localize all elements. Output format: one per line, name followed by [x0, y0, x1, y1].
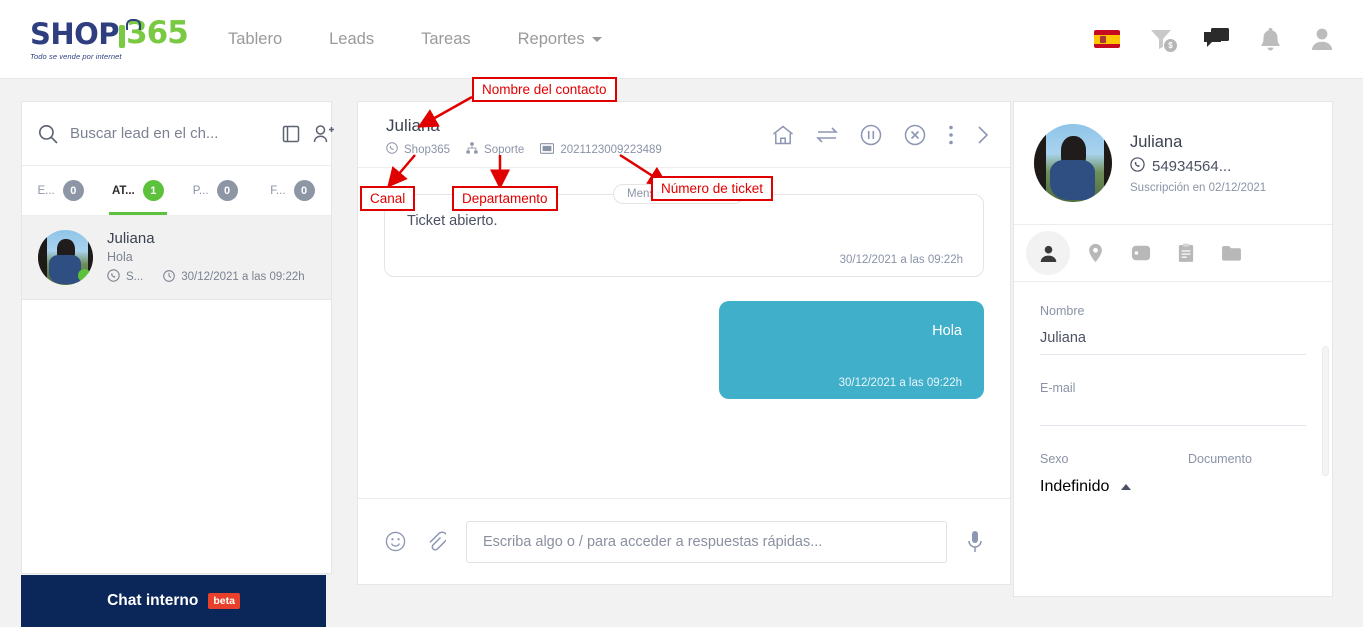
- annotation-arrows: [387, 95, 669, 190]
- annotation-canal: Canal: [360, 186, 416, 211]
- annotation-departamento: Departamento: [452, 186, 558, 211]
- app-root: SHOP 365 Todo se vende por internet Tabl…: [0, 0, 1363, 627]
- annotation-ticket: Número de ticket: [651, 176, 774, 201]
- annotation-contact-name: Nombre del contacto: [472, 77, 617, 102]
